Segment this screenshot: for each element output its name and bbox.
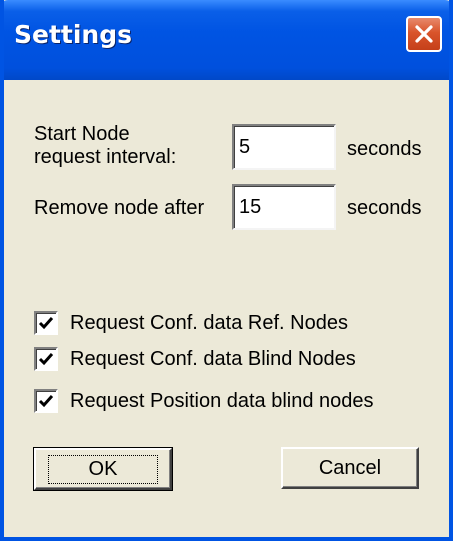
position-blind-nodes-checkbox[interactable] (34, 389, 58, 413)
close-icon (415, 25, 433, 43)
checkbox-label: Request Position data blind nodes (70, 389, 374, 412)
remove-node-after-input[interactable] (232, 184, 336, 230)
cancel-button[interactable]: Cancel (281, 447, 419, 489)
conf-ref-nodes-checkbox[interactable] (34, 311, 58, 335)
start-node-label-line2: request interval: (34, 146, 177, 168)
start-node-label-line1: Start Node (34, 123, 130, 145)
checkmark-icon (38, 353, 54, 366)
start-node-interval-input[interactable] (232, 124, 336, 170)
cancel-button-label: Cancel (318, 456, 382, 479)
title-bar[interactable]: Settings (4, 0, 449, 80)
ok-button[interactable]: OK (33, 447, 173, 491)
ok-button-label: OK (47, 454, 159, 484)
checkbox-row-conf-ref-nodes[interactable]: Request Conf. data Ref. Nodes (34, 310, 348, 336)
checkbox-row-conf-blind-nodes[interactable]: Request Conf. data Blind Nodes (34, 346, 356, 372)
checkbox-label: Request Conf. data Blind Nodes (70, 347, 356, 370)
start-node-unit-label: seconds (347, 138, 422, 160)
dialog-body: Start Node request interval: seconds Rem… (4, 80, 449, 537)
settings-dialog: Settings Start Node request interval: se… (0, 0, 453, 541)
checkbox-row-position-blind-nodes[interactable]: Request Position data blind nodes (34, 388, 374, 414)
close-button[interactable] (406, 16, 442, 52)
remove-node-unit-label: seconds (347, 197, 422, 219)
checkmark-icon (38, 317, 54, 330)
conf-blind-nodes-checkbox[interactable] (34, 347, 58, 371)
checkbox-label: Request Conf. data Ref. Nodes (70, 311, 348, 334)
window-title: Settings (14, 20, 133, 49)
remove-node-label: Remove node after (34, 197, 205, 219)
checkmark-icon (38, 395, 54, 408)
